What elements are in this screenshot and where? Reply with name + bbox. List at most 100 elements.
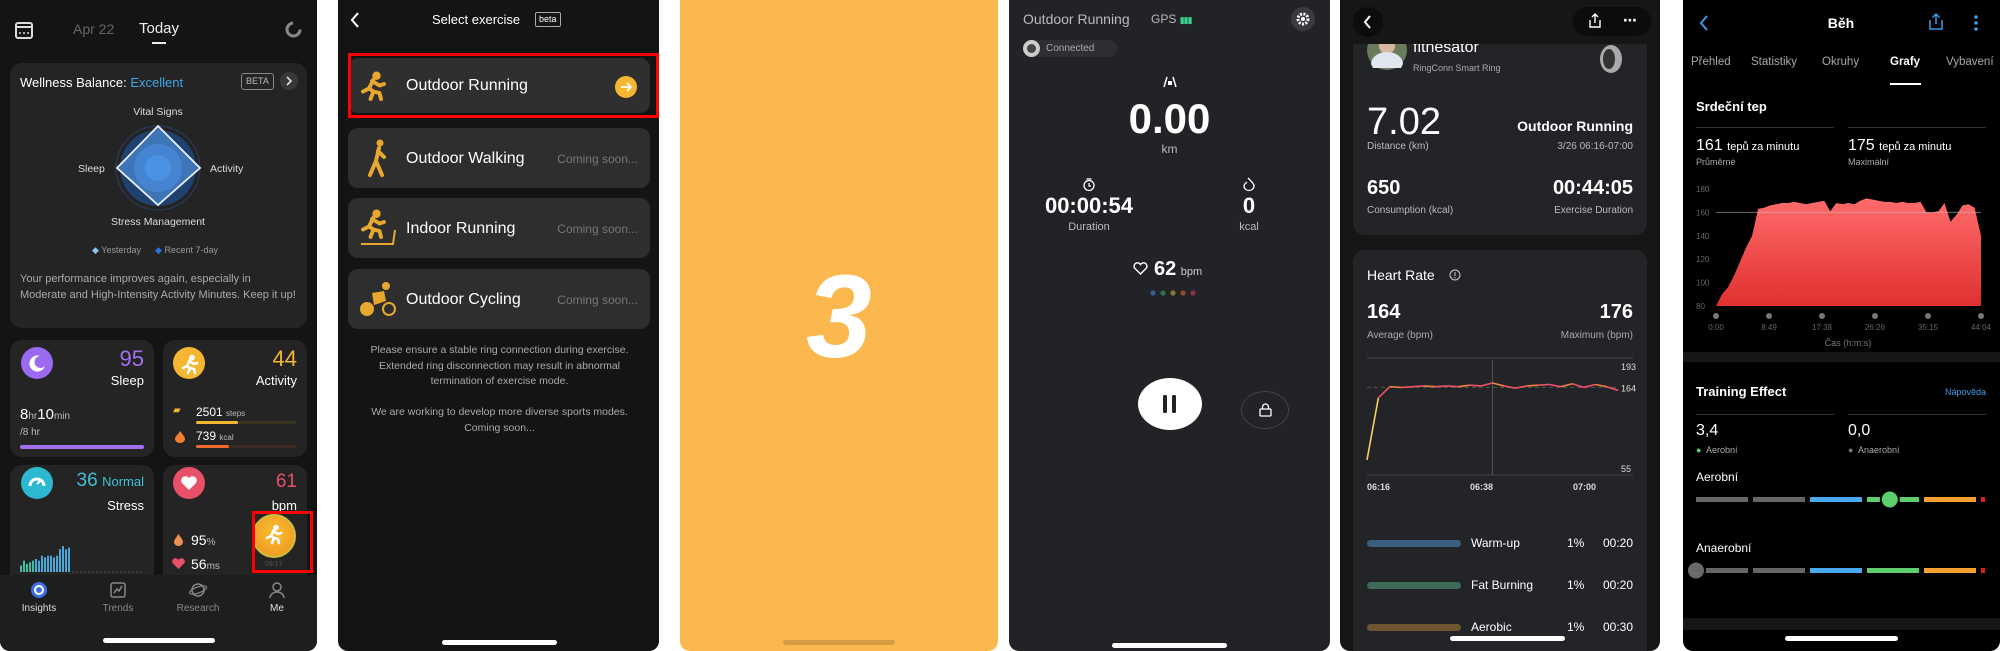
coming-soon-label: Coming soon... bbox=[557, 152, 638, 166]
pause-button[interactable] bbox=[1138, 378, 1202, 430]
nav-label: Me bbox=[270, 603, 284, 614]
share-icon[interactable] bbox=[1589, 13, 1601, 28]
divider bbox=[1696, 414, 1834, 415]
radar-label-activity: Activity bbox=[210, 163, 244, 175]
stress-bar bbox=[38, 560, 40, 572]
zone-bar bbox=[1367, 540, 1461, 547]
sleep-moon-icon bbox=[21, 347, 53, 379]
home-indicator bbox=[783, 640, 895, 645]
aerobic-te-value: 3,4 bbox=[1696, 422, 1719, 439]
summary-card: fitnesator RingConn Smart Ring 7.02 Dist… bbox=[1353, 30, 1647, 235]
zone-name: Fat Burning bbox=[1471, 578, 1534, 592]
tab-today[interactable]: Today bbox=[139, 21, 179, 36]
nav-research[interactable]: Research bbox=[173, 582, 223, 616]
tab-statistiky[interactable]: Statistiky bbox=[1751, 56, 1797, 69]
exercise-label: Outdoor Walking bbox=[406, 150, 525, 167]
nav-trends[interactable]: Trends bbox=[93, 582, 143, 616]
hr-line-segment bbox=[1435, 385, 1447, 388]
coming-soon-notice: We are working to develop more diverse s… bbox=[371, 406, 628, 434]
hr-line-segment bbox=[1492, 382, 1505, 387]
scale-segment bbox=[1696, 497, 1748, 502]
heart-icon bbox=[173, 467, 205, 499]
stress-score: 36 Normal bbox=[76, 470, 145, 491]
wellness-message: Your performance improves again, especia… bbox=[20, 273, 296, 301]
more-options-icon[interactable] bbox=[1974, 15, 1978, 31]
road-icon bbox=[1163, 76, 1177, 88]
sync-spinner-icon[interactable] bbox=[285, 21, 302, 38]
back-chevron-icon[interactable] bbox=[1699, 15, 1709, 31]
tab-underline bbox=[152, 42, 166, 44]
tab-prehled[interactable]: Přehled bbox=[1691, 56, 1731, 69]
more-options-icon[interactable]: ⋯ bbox=[1623, 13, 1637, 27]
tab-okruhy[interactable]: Okruhy bbox=[1822, 56, 1859, 69]
scale-segment bbox=[1867, 568, 1919, 573]
calories-unit: kcal bbox=[1239, 221, 1259, 233]
back-button[interactable] bbox=[1353, 7, 1383, 37]
gps-signal-icon: ▮▮▮ bbox=[1179, 15, 1193, 25]
info-icon[interactable] bbox=[1449, 269, 1461, 281]
y-tick-label: 120 bbox=[1696, 255, 1710, 264]
heart-outline-icon bbox=[1133, 262, 1148, 275]
x-tick-label: 17:38 bbox=[1812, 323, 1833, 332]
stress-bar bbox=[26, 563, 28, 572]
scale-segment bbox=[1981, 568, 1985, 573]
exercise-indoor-running[interactable]: Indoor Running Coming soon... bbox=[348, 198, 650, 258]
x-tick-label: 44:04 bbox=[1971, 323, 1992, 332]
anaerobic-scale-label: Anaerobní bbox=[1696, 541, 1752, 555]
hr-line-segment bbox=[1549, 383, 1562, 388]
gps-label: GPS ▮▮▮ bbox=[1151, 12, 1193, 26]
hr-line-segment bbox=[1469, 384, 1482, 387]
calendar-icon[interactable] bbox=[15, 22, 33, 39]
nav-label: Insights bbox=[21, 603, 57, 614]
nav-label: Trends bbox=[102, 603, 134, 614]
connection-status: Connected bbox=[1023, 40, 1117, 57]
back-chevron-icon[interactable] bbox=[350, 12, 360, 28]
tab-vybaveni[interactable]: Vybavení bbox=[1946, 56, 1994, 69]
stress-label: Stress bbox=[107, 498, 144, 513]
tab-grafy[interactable]: Grafy bbox=[1890, 56, 1920, 69]
calories-value: 0 bbox=[1242, 193, 1256, 218]
legend-yesterday: ◆ Yesterday bbox=[92, 245, 141, 255]
settings-gear-icon[interactable] bbox=[1291, 7, 1315, 31]
stress-bar bbox=[29, 562, 31, 572]
top-bar: ⋯ bbox=[1340, 0, 1660, 44]
section-divider bbox=[1683, 618, 2000, 630]
home-indicator bbox=[1785, 636, 1898, 641]
section-divider bbox=[1683, 352, 2000, 362]
workout-summary-screen: fitnesator RingConn Smart Ring 7.02 Dist… bbox=[1340, 0, 1660, 651]
activity-tile[interactable]: 44 Activity ▰ 2501 steps 739 kcal bbox=[163, 340, 307, 457]
calories-label: Consumption (kcal) bbox=[1367, 205, 1454, 216]
tab-apr-22[interactable]: Apr 22 bbox=[73, 22, 114, 36]
sleep-tile[interactable]: 95 Sleep 8hr10min /8 hr bbox=[10, 340, 154, 457]
cycling-icon bbox=[360, 282, 396, 316]
hr-line-segment bbox=[1560, 382, 1573, 388]
hr-zone-dots bbox=[1150, 290, 1196, 296]
share-icon[interactable] bbox=[1929, 12, 1943, 30]
exercise-outdoor-walking[interactable]: Outdoor Walking Coming soon... bbox=[348, 128, 650, 188]
y-tick-label: 55 bbox=[1621, 464, 1631, 474]
nav-insights[interactable]: Insights bbox=[14, 582, 64, 616]
help-link[interactable]: Nápověda bbox=[1945, 388, 1986, 397]
workout-in-progress-screen: Outdoor Running GPS ▮▮▮ Connected 0.00 k… bbox=[1009, 0, 1330, 651]
spo2-value: 95% bbox=[191, 532, 216, 548]
sleep-score: 95 bbox=[119, 346, 144, 371]
ring-icon bbox=[1023, 40, 1040, 57]
nav-me[interactable]: Me bbox=[252, 582, 302, 616]
aerobic-scale bbox=[1696, 489, 1985, 510]
heart-rate-value: 61 bbox=[275, 471, 297, 492]
connection-label: Connected bbox=[1046, 43, 1095, 54]
select-exercise-screen: Select exercise beta Outdoor Running Out… bbox=[338, 0, 659, 651]
max-hr: 175 tepů za minutu bbox=[1848, 137, 1952, 154]
exercise-outdoor-cycling[interactable]: Outdoor Cycling Coming soon... bbox=[348, 269, 650, 329]
zone-name: Aerobic bbox=[1471, 620, 1512, 634]
zone-time: 00:30 bbox=[1602, 620, 1633, 634]
heart-rate-card: Heart Rate 164 Average (bpm) 176 Maximum… bbox=[1353, 250, 1647, 651]
lock-button[interactable] bbox=[1241, 391, 1289, 429]
scale-segment bbox=[1810, 497, 1862, 502]
stress-bar bbox=[35, 559, 37, 572]
beta-badge: beta bbox=[535, 12, 561, 27]
hrv-value: 56ms bbox=[191, 556, 220, 572]
x-tick-dot bbox=[1925, 313, 1931, 319]
activity-type: Outdoor Running bbox=[1517, 118, 1633, 134]
wellness-balance-card[interactable]: Wellness Balance: Excellent BETA Vital S… bbox=[10, 63, 307, 328]
